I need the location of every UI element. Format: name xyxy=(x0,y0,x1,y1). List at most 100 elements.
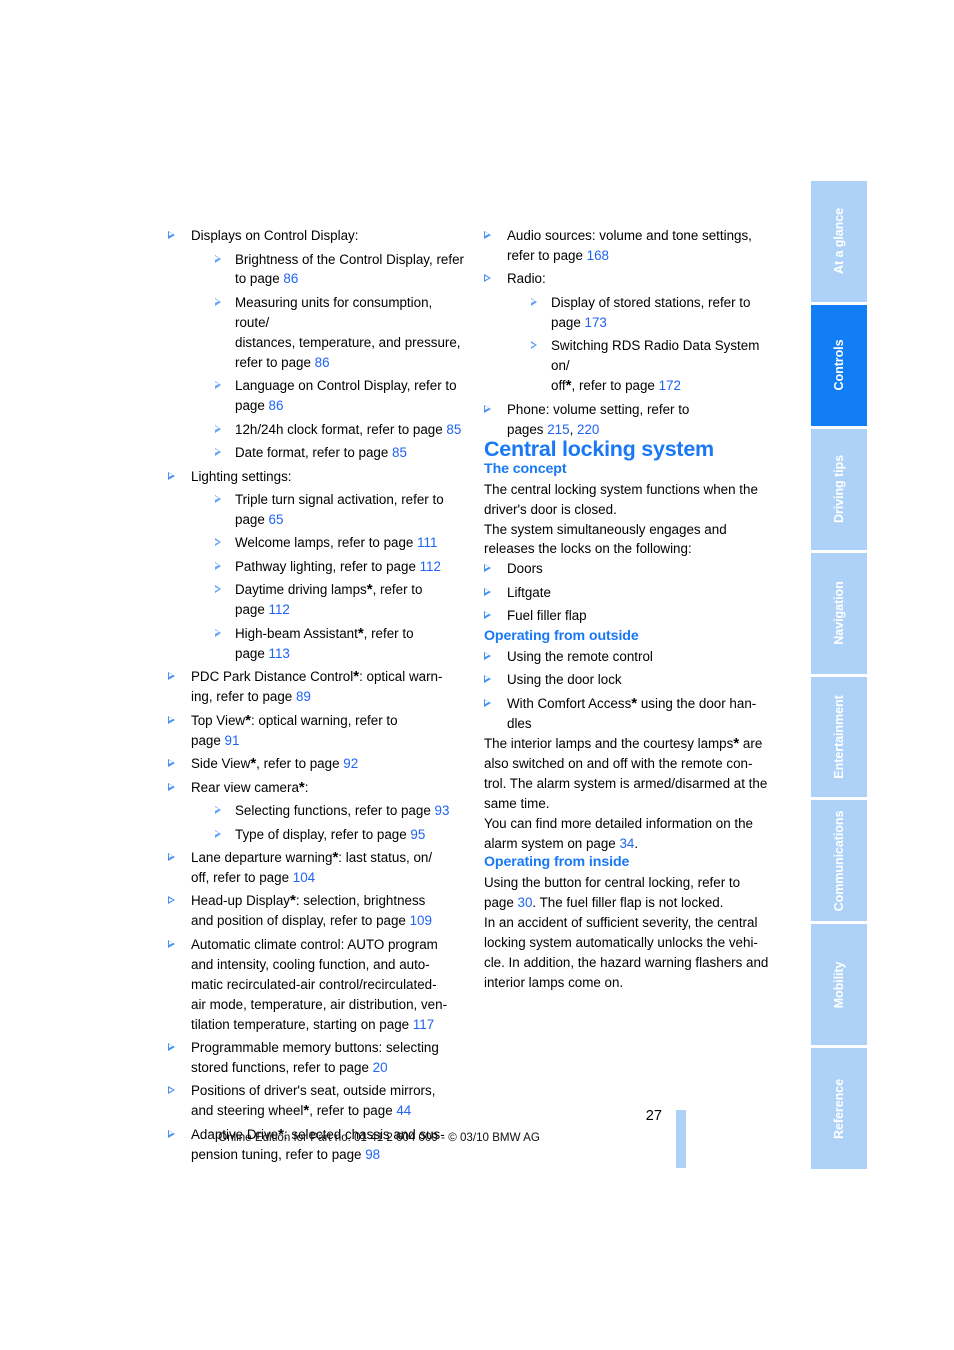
page-reference[interactable]: 20 xyxy=(373,1060,388,1075)
page-reference[interactable]: 168 xyxy=(587,248,609,263)
list-item-seat-mirror-positions: Positions of driver's seat, outside mirr… xyxy=(168,1081,464,1121)
list-item-label-cont: page xyxy=(235,645,269,661)
chapter-tab-label: Communications xyxy=(832,810,846,912)
chapter-tab-driving-tips[interactable]: Driving tips xyxy=(811,428,867,550)
list-item-label-cont: off xyxy=(551,378,566,394)
chapter-tab-at-a-glance[interactable]: At a glance xyxy=(811,181,867,302)
list-item-head-up-display: Head-up Display*: selection, brightness … xyxy=(168,891,464,931)
page-reference[interactable]: 92 xyxy=(343,756,358,771)
list-item-label-cont: page xyxy=(551,314,585,330)
page-reference[interactable]: 89 xyxy=(296,689,311,704)
paragraph-line: Using the button for central locking, re… xyxy=(484,875,741,891)
paragraph-line: alarm system on page xyxy=(484,835,620,851)
page-reference[interactable]: 86 xyxy=(269,398,284,413)
list-item-label: Measuring units for consumption, route/ xyxy=(235,294,433,330)
page-reference[interactable]: 220 xyxy=(577,422,599,437)
chapter-tab-label: Navigation xyxy=(832,581,846,645)
list-item-label-cont: air mode, temperature, air distribution,… xyxy=(191,996,448,1012)
left-column-list: Displays on Control Display: Brightness … xyxy=(168,226,464,1165)
list-item-label: Lighting settings: xyxy=(191,468,292,484)
list-item-remote-control: Using the remote control xyxy=(484,647,780,667)
page-reference[interactable]: 44 xyxy=(396,1103,411,1118)
page-reference[interactable]: 104 xyxy=(293,870,315,885)
page-reference[interactable]: 93 xyxy=(435,803,450,818)
page-reference[interactable]: 98 xyxy=(365,1147,380,1162)
page-reference[interactable]: 86 xyxy=(315,355,330,370)
bullet-triangle-icon xyxy=(168,853,175,862)
list-item-label: Head-up Display xyxy=(191,893,290,909)
paragraph-line: The interior lamps and the courtesy lamp… xyxy=(484,736,734,751)
page-reference[interactable]: 111 xyxy=(417,535,437,550)
operating-outside-paragraph-2: You can find more detailed information o… xyxy=(484,814,780,854)
page-reference[interactable]: 65 xyxy=(269,512,284,527)
bullet-triangle-icon xyxy=(168,896,175,905)
bullet-triangle-icon xyxy=(215,561,221,570)
list-item-label: Automatic climate control: AUTO program xyxy=(191,936,438,952)
list-item-high-beam-assistant: High-beam Assistant*, refer to page 113 xyxy=(215,624,464,664)
bullet-triangle-icon xyxy=(168,672,175,681)
page-reference[interactable]: 113 xyxy=(269,646,290,661)
list-item-label: Pathway lighting, refer to page xyxy=(235,558,420,574)
bullet-triangle-icon xyxy=(484,404,491,413)
list-item-label: Type of display, refer to page xyxy=(235,826,411,842)
list-item-daytime-driving-lamps: Daytime driving lamps*, refer to page 11… xyxy=(215,580,464,620)
list-item-pdc: PDC Park Distance Control*: optical warn… xyxy=(168,667,464,707)
list-item-label-cont: dles xyxy=(507,715,532,731)
list-item-label-cont: refer to page xyxy=(235,354,315,370)
list-item-label-cont: : xyxy=(304,779,309,795)
page-reference[interactable]: 172 xyxy=(659,378,681,393)
page-reference[interactable]: 34 xyxy=(619,836,634,851)
rear-view-camera-sublist: Selecting functions, refer to page 93 Ty… xyxy=(191,801,464,844)
page-reference[interactable]: 215 xyxy=(547,422,569,437)
bullet-triangle-icon xyxy=(215,254,221,263)
list-item-label-cont: : optical warning, refer to xyxy=(250,712,398,728)
list-item-label: Rear view camera xyxy=(191,779,299,795)
bullet-triangle-icon xyxy=(484,698,491,707)
chapter-tab-entertainment[interactable]: Entertainment xyxy=(811,676,867,798)
chapter-tab-communications[interactable]: Communications xyxy=(811,800,867,922)
chapter-tab-label: Driving tips xyxy=(832,455,846,524)
chapter-tab-reference[interactable]: Reference xyxy=(811,1048,867,1169)
page-reference[interactable]: 30 xyxy=(518,895,533,910)
right-column-list: Audio sources: volume and tone settings,… xyxy=(484,226,780,439)
bullet-triangle-icon xyxy=(168,231,175,239)
page-reference[interactable]: 91 xyxy=(225,733,240,748)
page-reference[interactable]: 95 xyxy=(410,827,425,842)
paragraph-line: The system simultaneously engages and xyxy=(484,521,727,537)
page-reference[interactable]: 85 xyxy=(392,445,407,460)
paragraph-line: locking system automatically unlocks the… xyxy=(484,935,758,951)
page-reference[interactable]: 117 xyxy=(413,1017,434,1032)
list-item-fuel-filler-flap: Fuel filler flap xyxy=(484,606,780,626)
page-reference[interactable]: 112 xyxy=(420,559,441,574)
page-reference[interactable]: 86 xyxy=(283,271,298,286)
chapter-tab-mobility[interactable]: Mobility xyxy=(811,924,867,1046)
list-item-memory-buttons: Programmable memory buttons: selecting s… xyxy=(168,1038,464,1078)
list-item-type-of-display: Type of display, refer to page 95 xyxy=(215,825,464,845)
list-item-label: Positions of driver's seat, outside mirr… xyxy=(191,1083,436,1099)
list-item-label: Phone: volume setting, refer to xyxy=(507,401,690,417)
page-reference[interactable]: 173 xyxy=(585,315,607,330)
bullet-triangle-icon xyxy=(531,341,537,350)
list-item-liftgate: Liftgate xyxy=(484,583,780,603)
list-item-measuring-units: Measuring units for consumption, route/ … xyxy=(215,293,464,373)
list-item-welcome-lamps: Welcome lamps, refer to page 111 xyxy=(215,533,464,553)
chapter-tab-controls[interactable]: Controls xyxy=(811,304,867,426)
list-item-label: Language on Control Display, refer to xyxy=(235,378,457,394)
list-item-label: Side View xyxy=(191,756,251,772)
list-item-label-cont: to page xyxy=(235,271,284,287)
section-title: Central locking system xyxy=(484,436,714,461)
paragraph-line: The central locking system functions whe… xyxy=(484,481,758,497)
list-item-label-cont: , refer to page xyxy=(309,1103,397,1119)
list-item-label: Radio: xyxy=(507,271,546,287)
page-reference[interactable]: 112 xyxy=(269,602,290,617)
page-reference[interactable]: 109 xyxy=(410,913,432,928)
operating-inside-paragraph-2: In an accident of sufficient severity, t… xyxy=(484,913,780,993)
paragraph-line: interior lamps come on. xyxy=(484,974,624,990)
list-item-label: Programmable memory buttons: selecting xyxy=(191,1040,439,1055)
page-reference[interactable]: 85 xyxy=(446,422,461,437)
paragraph-line: You can find more detailed information o… xyxy=(484,815,753,831)
bullet-triangle-icon xyxy=(215,495,221,504)
list-item-label-cont: , xyxy=(569,421,578,437)
chapter-tab-navigation[interactable]: Navigation xyxy=(811,552,867,674)
list-item-label: Welcome lamps, refer to page xyxy=(235,535,418,551)
